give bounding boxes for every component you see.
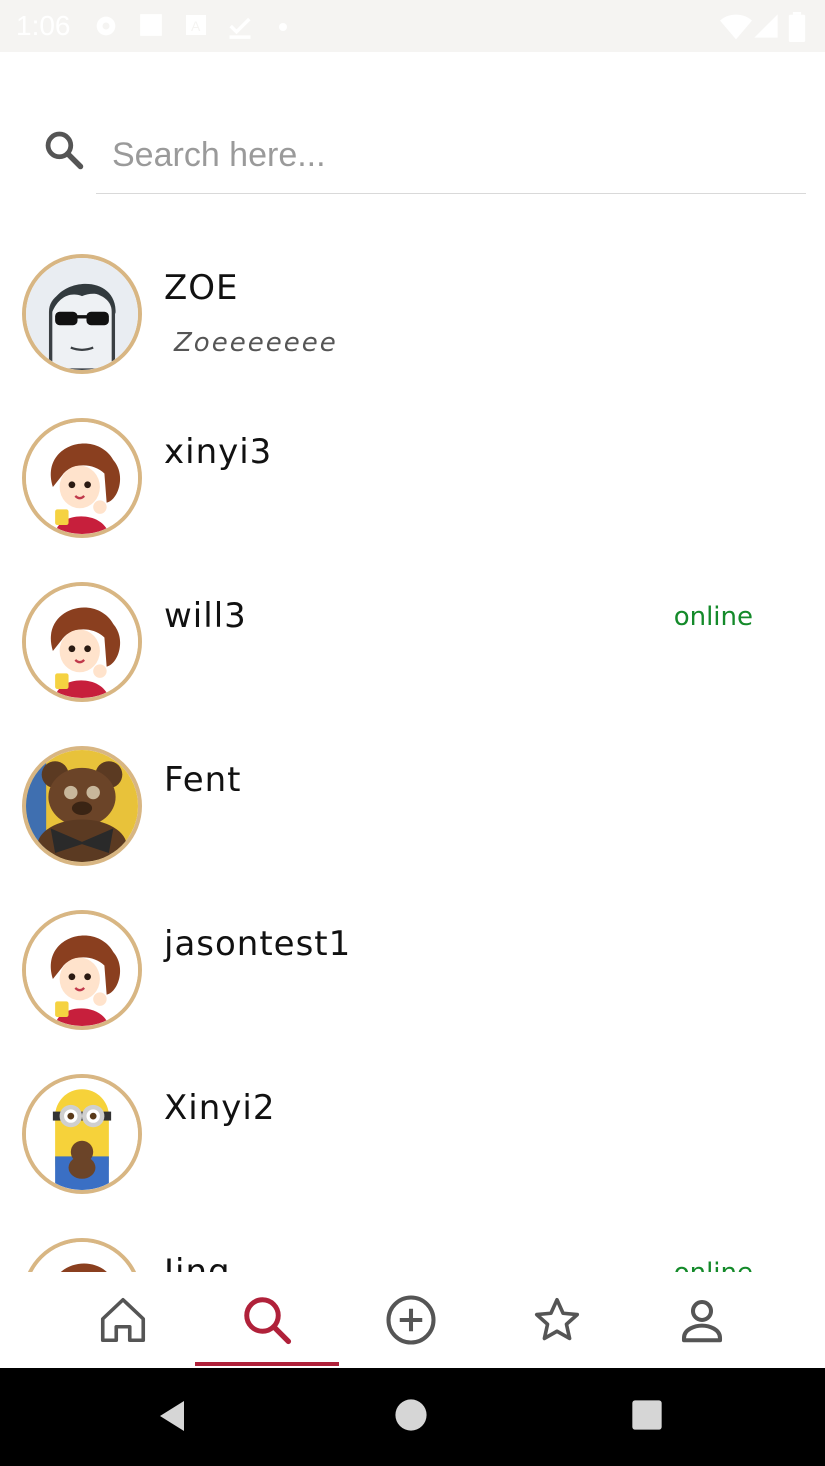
add-circle-icon [386, 1295, 436, 1345]
battery-icon [788, 12, 806, 42]
user-name: ZOE [164, 268, 239, 308]
nav-favorites[interactable] [485, 1272, 629, 1368]
system-nav-bar [0, 1368, 825, 1466]
online-status: online [673, 602, 753, 632]
user-row[interactable]: xinyi3 [0, 394, 825, 558]
user-row[interactable]: jasontest1 [0, 886, 825, 1050]
active-tab-indicator [195, 1362, 339, 1366]
user-name: will3 [164, 596, 247, 636]
font-icon: A [186, 15, 206, 35]
nav-profile[interactable] [630, 1272, 774, 1368]
settings-icon [96, 16, 116, 36]
user-name: Xinyi2 [164, 1088, 276, 1128]
girl-coffee-avatar [22, 910, 142, 1030]
user-row[interactable]: Xinyi2 [0, 1050, 825, 1214]
back-icon[interactable] [154, 1398, 190, 1434]
online-status: online [674, 1258, 753, 1272]
nav-add[interactable] [339, 1272, 483, 1368]
user-name: xinyi3 [164, 432, 273, 472]
nav-search[interactable] [195, 1272, 339, 1368]
search-icon[interactable] [42, 128, 86, 172]
status-bar: 1:06 A [0, 0, 825, 52]
dot-icon [279, 23, 287, 31]
user-row[interactable]: will3 online [0, 558, 825, 722]
girl-coffee-avatar [22, 582, 142, 702]
nav-home[interactable] [51, 1272, 195, 1368]
user-status-message: Zoeeeeeee [174, 328, 338, 358]
user-name: jasontest1 [164, 924, 352, 964]
home-circle-icon[interactable] [394, 1398, 428, 1432]
home-icon [100, 1297, 146, 1343]
girl-coffee-avatar [22, 1238, 142, 1272]
girl-coffee-avatar [22, 418, 142, 538]
bottom-nav [0, 1272, 825, 1368]
user-row[interactable]: Jing online [0, 1214, 825, 1272]
user-row[interactable]: Fent [0, 722, 825, 886]
minion-avatar [22, 1074, 142, 1194]
search-input[interactable] [96, 118, 806, 194]
recents-icon[interactable] [631, 1399, 663, 1431]
sunglasses-man-avatar [22, 254, 142, 374]
user-row[interactable]: ZOE Zoeeeeeee [0, 230, 825, 394]
user-list: ZOE Zoeeeeeee xinyi3 will3 online Fent j… [0, 230, 825, 1272]
star-icon [534, 1297, 580, 1341]
svg-text:A: A [191, 18, 201, 34]
download-done-icon [229, 17, 251, 39]
signal-icon [754, 14, 778, 38]
search-icon [244, 1297, 292, 1345]
person-icon [681, 1299, 723, 1343]
user-name: Fent [164, 760, 242, 800]
image-icon [140, 14, 162, 36]
wifi-icon [720, 14, 752, 40]
user-name: Jing [164, 1252, 231, 1272]
status-time: 1:06 [16, 10, 71, 41]
teddy-bear-avatar [22, 746, 142, 866]
